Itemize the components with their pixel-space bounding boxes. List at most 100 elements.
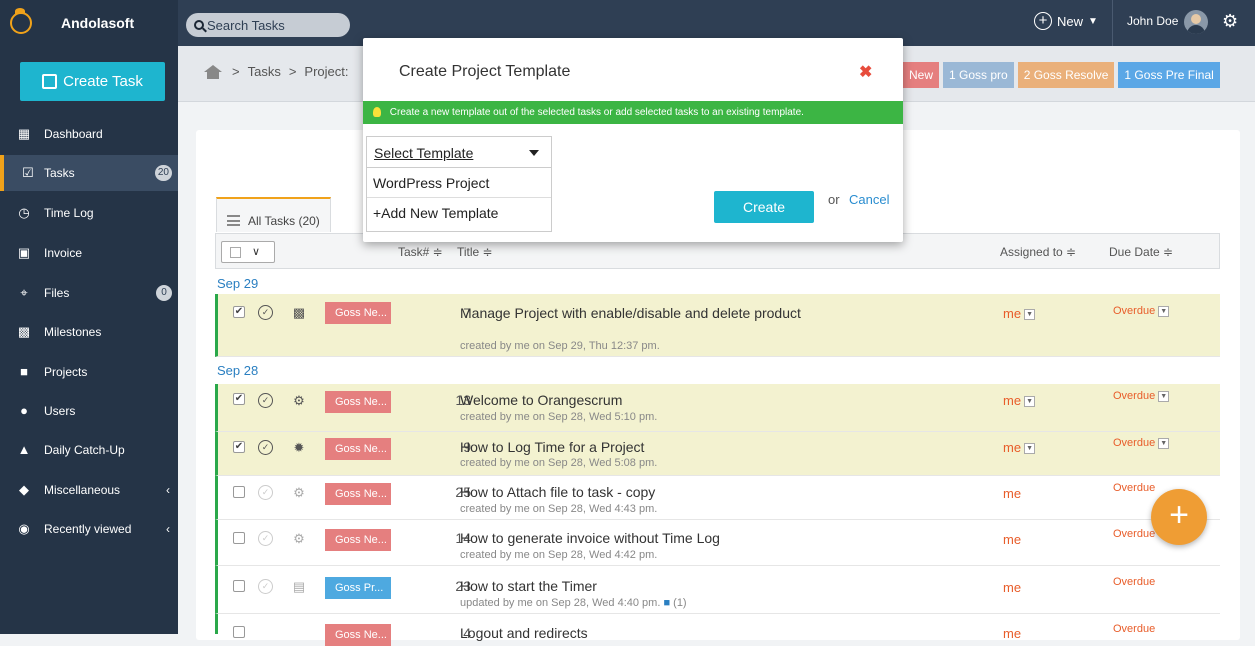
dropdown-icon[interactable]: ▼ — [1024, 396, 1036, 408]
row-checkbox[interactable] — [233, 486, 245, 498]
table-row[interactable]: ✔ ✓ ▩ Goss Ne... 7 Manage Project with e… — [215, 294, 1220, 357]
status-chip-goss-pre-final[interactable]: 1 Goss Pre Final — [1118, 62, 1220, 88]
new-menu-button[interactable]: + New ▼ — [1034, 12, 1098, 30]
complete-circle-icon[interactable]: ✓ — [258, 305, 273, 320]
task-title[interactable]: How to Attach file to task - copy — [460, 484, 655, 500]
table-row[interactable]: ✔ ✓ ⚙ Goss Ne... 13 Welcome to Orangescr… — [215, 384, 1220, 432]
row-checkbox[interactable]: ✔ — [233, 306, 245, 318]
sidebar-item-projects[interactable]: ■ Projects — [0, 354, 178, 390]
status-tag[interactable]: Goss Ne... — [325, 391, 391, 413]
table-row[interactable]: ✔ ✓ ✹ Goss Ne... 9 How to Log Time for a… — [215, 432, 1220, 476]
task-title[interactable]: How to start the Timer — [460, 578, 597, 594]
column-assigned[interactable]: Assigned to ≑ — [1000, 245, 1076, 259]
select-all-checkbox[interactable] — [230, 247, 241, 258]
status-tag[interactable]: Goss Ne... — [325, 438, 391, 460]
table-row[interactable]: ✓ ⚙ Goss Ne... 14 How to generate invoic… — [215, 520, 1220, 566]
tab-all-tasks[interactable]: All Tasks (20) — [216, 197, 331, 232]
due-date[interactable]: Overdue ▼ — [1113, 390, 1170, 402]
dropdown-icon[interactable]: ▼ — [1158, 437, 1170, 449]
gear-icon[interactable]: ⚙ — [1222, 12, 1238, 30]
search-input[interactable]: Search Tasks — [186, 13, 350, 37]
create-button[interactable]: Create — [714, 191, 814, 223]
due-date[interactable]: Overdue ▼ — [1113, 305, 1170, 317]
sidebar-item-dashboard[interactable]: ▦ Dashboard — [0, 116, 178, 152]
assignee[interactable]: me — [1003, 580, 1021, 595]
template-option-add-new[interactable]: +Add New Template — [367, 198, 551, 228]
sidebar-item-time-log[interactable]: ◷ Time Log — [0, 195, 178, 231]
sidebar-item-files[interactable]: ⌖ Files 0 — [0, 275, 178, 311]
status-tag[interactable]: Goss Ne... — [325, 529, 391, 551]
row-checkbox[interactable]: ✔ — [233, 441, 245, 453]
row-checkbox[interactable] — [233, 532, 245, 544]
create-task-button[interactable]: Create Task — [20, 62, 165, 101]
table-row[interactable]: ✓ ▤ Goss Pr... 23 How to start the Timer… — [215, 566, 1220, 614]
dropdown-icon[interactable]: ▼ — [1024, 443, 1036, 455]
assignee[interactable]: me — [1003, 486, 1021, 501]
column-title[interactable]: Title ≑ — [457, 245, 493, 259]
sidebar-item-label: Time Log — [44, 206, 94, 220]
sidebar-item-daily-catch-up[interactable]: ▲ Daily Catch-Up — [0, 432, 178, 468]
dropdown-icon[interactable]: ▼ — [1158, 305, 1170, 317]
assignee[interactable]: me ▼ — [1003, 440, 1036, 455]
due-date[interactable]: Overdue ▼ — [1113, 437, 1170, 449]
assignee[interactable]: me — [1003, 532, 1021, 547]
template-select[interactable]: Select Template — [366, 136, 552, 168]
dropdown-icon[interactable]: ▼ — [1024, 309, 1036, 321]
assignee[interactable]: me ▼ — [1003, 306, 1036, 321]
status-tag[interactable]: Goss Ne... — [325, 624, 391, 646]
column-due-date[interactable]: Due Date ≑ — [1109, 245, 1173, 259]
brand[interactable]: Andolasoft — [0, 0, 178, 46]
due-date[interactable]: Overdue — [1113, 623, 1155, 635]
table-row[interactable]: ✓ ⚙ Goss Ne... 25 How to Attach file to … — [215, 476, 1220, 520]
avatar[interactable] — [1184, 10, 1208, 34]
comment-count[interactable]: (1) — [673, 597, 686, 609]
task-title[interactable]: Logout and redirects — [460, 625, 588, 641]
complete-circle-icon[interactable]: ✓ — [258, 485, 273, 500]
row-checkbox[interactable]: ✔ — [233, 393, 245, 405]
template-option-wordpress[interactable]: WordPress Project — [367, 168, 551, 198]
comment-icon[interactable]: ■ — [663, 597, 670, 609]
due-date[interactable]: Overdue — [1113, 528, 1155, 540]
task-meta: created by me on Sep 28, Wed 4:42 pm. — [460, 549, 658, 561]
task-title[interactable]: How to Log Time for a Project — [460, 439, 644, 455]
sidebar-item-miscellaneous[interactable]: ◆ Miscellaneous ‹ — [0, 472, 178, 508]
task-meta: created by me on Sep 28, Wed 4:43 pm. — [460, 503, 658, 515]
sidebar-item-recently-viewed[interactable]: ◉ Recently viewed ‹ — [0, 511, 178, 547]
complete-circle-icon[interactable]: ✓ — [258, 579, 273, 594]
breadcrumb-project[interactable]: Project: — [304, 64, 348, 79]
complete-circle-icon[interactable]: ✓ — [258, 393, 273, 408]
status-tag[interactable]: Goss Ne... — [325, 302, 391, 324]
sidebar-item-tasks[interactable]: ☑ Tasks 20 — [0, 155, 178, 191]
status-chip-new[interactable]: New — [903, 62, 940, 88]
sidebar-item-milestones[interactable]: ▩ Milestones — [0, 314, 178, 350]
cancel-link[interactable]: Cancel — [849, 192, 889, 207]
user-name[interactable]: John Doe — [1127, 14, 1178, 28]
new-label: New — [1057, 13, 1084, 29]
row-checkbox[interactable] — [233, 626, 245, 638]
assignee[interactable]: me ▼ — [1003, 393, 1036, 408]
add-fab-button[interactable]: + — [1151, 489, 1207, 545]
sidebar-item-users[interactable]: ● Users — [0, 393, 178, 429]
bulk-select-dropdown[interactable]: ∨ — [221, 241, 275, 263]
row-checkbox[interactable] — [233, 580, 245, 592]
dropdown-icon[interactable]: ▼ — [1158, 390, 1170, 402]
briefcase-icon: ■ — [20, 364, 28, 379]
due-date[interactable]: Overdue — [1113, 576, 1155, 588]
task-title[interactable]: How to generate invoice without Time Log — [460, 530, 720, 546]
sidebar-item-label: Users — [44, 404, 76, 418]
due-date[interactable]: Overdue — [1113, 482, 1155, 494]
task-title[interactable]: Manage Project with enable/disable and d… — [460, 305, 801, 321]
complete-circle-icon[interactable]: ✓ — [258, 531, 273, 546]
home-icon[interactable] — [204, 64, 222, 79]
task-title[interactable]: Welcome to Orangescrum — [460, 392, 622, 408]
column-task-number[interactable]: Task# ≑ — [398, 245, 443, 259]
breadcrumb-tasks[interactable]: Tasks — [248, 64, 281, 79]
complete-circle-icon[interactable]: ✓ — [258, 440, 273, 455]
status-tag[interactable]: Goss Ne... — [325, 483, 391, 505]
close-icon[interactable]: ✖ — [859, 62, 872, 82]
table-row[interactable]: Goss Ne... 4 Logout and redirects me Ove… — [215, 614, 1220, 646]
status-tag[interactable]: Goss Pr... — [325, 577, 391, 599]
status-chip-goss-resolve[interactable]: 2 Goss Resolve — [1017, 62, 1115, 88]
sidebar-item-invoice[interactable]: ▣ Invoice — [0, 235, 178, 271]
status-chip-goss-pro[interactable]: 1 Goss pro — [943, 62, 1014, 88]
